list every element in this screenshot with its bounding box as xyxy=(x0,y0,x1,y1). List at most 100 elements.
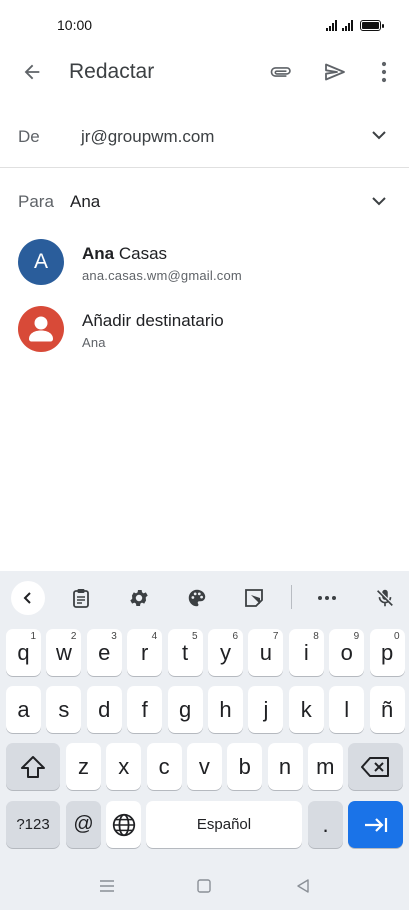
battery-icon xyxy=(360,20,384,31)
recents-icon xyxy=(100,880,114,892)
back-button[interactable] xyxy=(14,54,50,90)
mic-off-icon xyxy=(377,589,394,607)
key-hint: 2 xyxy=(70,631,77,642)
key-f[interactable]: f xyxy=(127,686,163,733)
period-key[interactable]: . xyxy=(308,801,343,848)
from-field[interactable]: De jr@groupwm.com xyxy=(0,106,409,168)
add-recipient-subtitle: Ana xyxy=(82,335,106,350)
recents-button[interactable] xyxy=(96,876,118,896)
at-key[interactable]: @ xyxy=(66,801,101,848)
key-hint: 9 xyxy=(353,631,360,642)
key-ñ[interactable]: ñ xyxy=(369,686,405,733)
avatar: A xyxy=(18,239,64,285)
key-o[interactable]: o9 xyxy=(329,629,365,676)
backspace-key[interactable] xyxy=(348,743,403,790)
more-tools-button[interactable] xyxy=(310,581,344,615)
key-hint: 0 xyxy=(394,631,400,642)
add-recipient-suggestion[interactable]: Añadir destinatario Ana xyxy=(0,298,409,362)
key-hint: 4 xyxy=(151,631,158,642)
key-g[interactable]: g xyxy=(167,686,203,733)
arrow-left-icon xyxy=(24,64,40,80)
shift-key[interactable] xyxy=(6,743,60,790)
settings-button[interactable] xyxy=(122,581,156,615)
key-e[interactable]: e3 xyxy=(86,629,122,676)
contact-name-match: Ana xyxy=(82,244,115,263)
key-c[interactable]: c xyxy=(146,743,182,790)
send-icon xyxy=(325,63,345,81)
key-u[interactable]: u7 xyxy=(248,629,284,676)
next-field-key[interactable] xyxy=(348,801,403,848)
clipboard-button[interactable] xyxy=(64,581,98,615)
key-b[interactable]: b xyxy=(227,743,263,790)
shift-icon xyxy=(21,755,45,778)
keyboard-toolbar xyxy=(0,571,409,623)
key-hint: 7 xyxy=(272,631,279,642)
contact-name-rest: Casas xyxy=(114,244,168,263)
keyboard-collapse-button[interactable] xyxy=(11,581,45,615)
key-label: o xyxy=(340,639,353,665)
home-button[interactable] xyxy=(193,876,215,896)
person-icon xyxy=(29,316,53,342)
globe-icon xyxy=(112,813,135,836)
key-x[interactable]: x xyxy=(106,743,142,790)
key-hint: 1 xyxy=(30,631,36,642)
language-key[interactable] xyxy=(106,801,141,848)
key-y[interactable]: y6 xyxy=(208,629,243,676)
space-key[interactable]: Español xyxy=(146,801,302,848)
symbols-key[interactable]: ?123 xyxy=(6,801,60,848)
more-options-button[interactable] xyxy=(366,54,402,90)
toolbar-divider xyxy=(291,585,292,609)
keyboard: q1w2e3r4t5y6u7i8o9p0 asdfghjklñ zxcvbnm … xyxy=(0,571,409,910)
key-m[interactable]: m xyxy=(307,743,343,790)
chevron-down-icon[interactable] xyxy=(371,193,387,209)
contact-email: ana.casas.wm@gmail.com xyxy=(82,268,242,283)
key-label: t xyxy=(182,639,189,665)
avatar xyxy=(18,306,64,352)
key-j[interactable]: j xyxy=(248,686,284,733)
nav-back-button[interactable] xyxy=(292,876,314,896)
key-label: e xyxy=(98,639,111,665)
tab-arrow-icon xyxy=(364,817,387,832)
more-vert-icon xyxy=(381,61,387,83)
key-d[interactable]: d xyxy=(86,686,122,733)
contact-suggestion[interactable]: A Ana Casas ana.casas.wm@gmail.com xyxy=(0,231,409,295)
sticker-button[interactable] xyxy=(237,581,271,615)
key-h[interactable]: h xyxy=(208,686,243,733)
key-t[interactable]: t5 xyxy=(167,629,203,676)
key-z[interactable]: z xyxy=(66,743,101,790)
key-q[interactable]: q1 xyxy=(6,629,41,676)
key-n[interactable]: n xyxy=(267,743,303,790)
send-button[interactable] xyxy=(317,54,353,90)
chevron-down-icon[interactable] xyxy=(371,127,387,143)
attach-button[interactable] xyxy=(263,54,299,90)
backspace-icon xyxy=(360,756,389,777)
palette-icon xyxy=(188,589,206,607)
contact-name: Ana Casas xyxy=(82,244,167,264)
key-label: u xyxy=(259,639,273,665)
clipboard-icon xyxy=(73,589,89,608)
sticker-icon xyxy=(245,589,263,607)
chevron-left-icon xyxy=(23,592,31,604)
key-label: i xyxy=(303,639,309,665)
from-label: De xyxy=(18,127,40,146)
key-i[interactable]: i8 xyxy=(288,629,324,676)
key-p[interactable]: p0 xyxy=(369,629,405,676)
to-field[interactable]: Para Ana xyxy=(0,172,409,230)
key-v[interactable]: v xyxy=(186,743,222,790)
key-a[interactable]: a xyxy=(6,686,41,733)
key-k[interactable]: k xyxy=(288,686,324,733)
key-w[interactable]: w2 xyxy=(46,629,82,676)
key-label: q xyxy=(17,639,30,665)
signal-icon xyxy=(342,20,353,31)
key-r[interactable]: r4 xyxy=(127,629,163,676)
key-s[interactable]: s xyxy=(46,686,82,733)
navigation-bar xyxy=(0,862,409,910)
key-l[interactable]: l xyxy=(329,686,365,733)
theme-button[interactable] xyxy=(180,581,214,615)
to-input[interactable]: Ana xyxy=(70,192,100,212)
key-label: p xyxy=(380,639,394,665)
status-icons xyxy=(326,17,384,31)
key-hint: 3 xyxy=(111,631,117,642)
key-label: w xyxy=(55,639,72,665)
voice-input-button[interactable] xyxy=(368,581,402,615)
